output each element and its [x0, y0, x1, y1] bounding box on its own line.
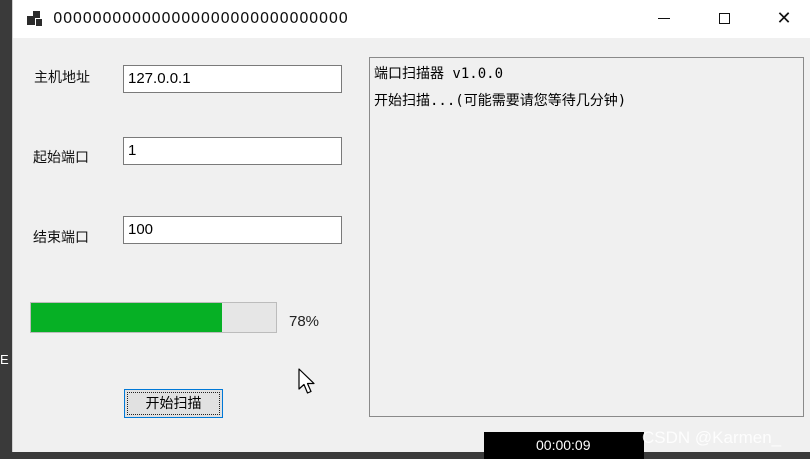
maximize-button[interactable] [701, 0, 747, 36]
start-port-label: 起始端口 [33, 150, 89, 166]
window-title: 000000000000000000000000000000 [53, 9, 349, 27]
close-button[interactable]: ✕ [761, 0, 807, 36]
log-line: 端口扫描器 v1.0.0 [374, 66, 504, 82]
watermark: CSDN @Karmen_ [642, 428, 782, 447]
scan-progress-bar [30, 302, 277, 333]
start-scan-button[interactable]: 开始扫描 [124, 389, 223, 418]
host-input[interactable]: 127.0.0.1 [123, 65, 342, 93]
close-icon: ✕ [776, 7, 792, 29]
maximize-icon [718, 12, 730, 24]
log-line: 开始扫描...(可能需要请您等待几分钟) [374, 93, 627, 109]
video-timer: 00:00:09 [536, 437, 591, 453]
app-window: 000000000000000000000000000000 ✕ 主机地址 12… [12, 0, 810, 452]
progress-fill [31, 303, 223, 332]
scan-log[interactable]: 端口扫描器 v1.0.0 开始扫描...(可能需要请您等待几分钟) [369, 57, 804, 417]
host-label: 主机地址 [34, 70, 90, 86]
mouse-cursor-icon [298, 368, 315, 394]
app-icon [27, 11, 43, 27]
progress-percent: 78% [289, 313, 320, 330]
minimize-icon [658, 17, 670, 19]
background-edge-text: E [0, 352, 9, 367]
end-port-label: 结束端口 [33, 230, 89, 246]
start-port-input[interactable]: 1 [123, 137, 342, 165]
end-port-input[interactable]: 100 [123, 216, 342, 244]
title-bar[interactable]: 000000000000000000000000000000 ✕ [13, 0, 810, 38]
minimize-button[interactable] [641, 0, 687, 36]
